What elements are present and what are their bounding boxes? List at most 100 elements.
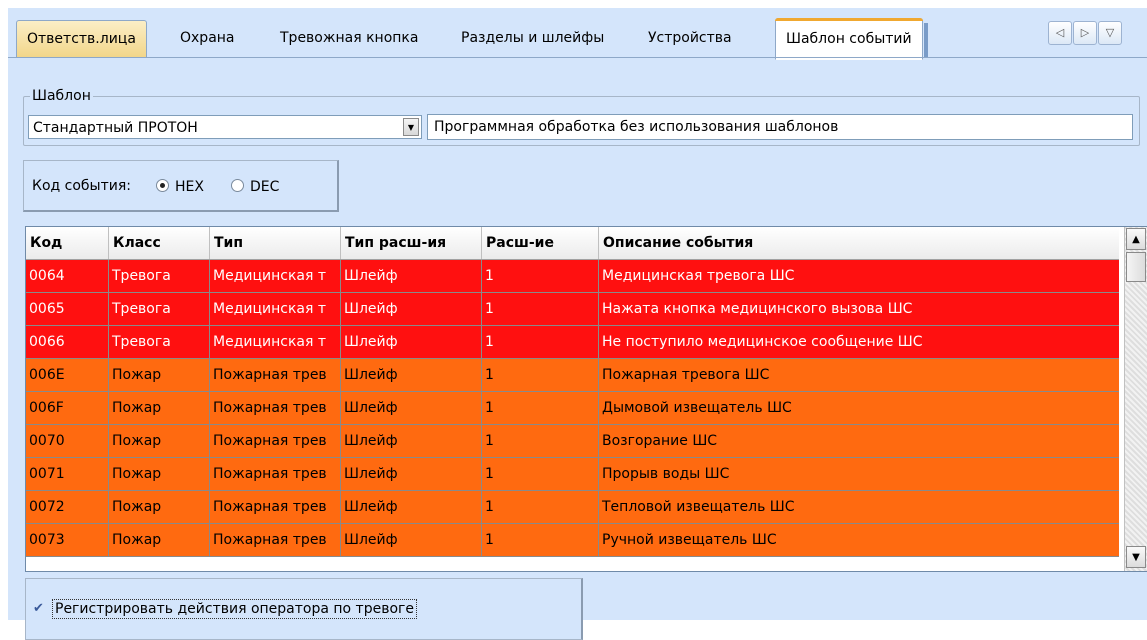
- cell-ext-type: Шлейф: [341, 359, 482, 392]
- column-type[interactable]: Тип: [210, 227, 341, 259]
- table-row[interactable]: 0072 Пожар Пожарная трев Шлейф 1 Тепловой изв…: [26, 491, 1119, 524]
- cell-description: Не поступило медицинское сообщение ШС: [599, 326, 1119, 359]
- table-row[interactable]: 0071 Пожар Пожарная трев Шлейф 1 Прорыв воды …: [26, 458, 1119, 491]
- checkbox-checked-icon[interactable]: ✔: [32, 602, 45, 615]
- tab-devices[interactable]: Устройства: [638, 20, 742, 56]
- column-code[interactable]: Код: [26, 227, 109, 259]
- cell-type: Пожарная трев: [210, 425, 341, 458]
- cell-code: 0071: [26, 458, 109, 491]
- cell-ext: 1: [482, 491, 599, 524]
- tab-strip: Ответств.лица Охрана Тревожная кнопка Ра…: [8, 8, 1147, 60]
- cell-ext-type: Шлейф: [341, 326, 482, 359]
- event-code-label: Код события:: [32, 178, 131, 194]
- cell-description: Ручной извещатель ШС: [599, 524, 1119, 557]
- cell-description: Медицинская тревога ШС: [599, 260, 1119, 293]
- table-row[interactable]: 006E Пожар Пожарная трев Шлейф 1 Пожарная тре…: [26, 359, 1119, 392]
- cell-class: Пожар: [109, 392, 210, 425]
- cell-code: 0073: [26, 524, 109, 557]
- column-class[interactable]: Класс: [109, 227, 210, 259]
- cell-type: Пожарная трев: [210, 491, 341, 524]
- register-actions-group: ✔ Регистрировать действия оператора по т…: [25, 578, 583, 640]
- radio-hex[interactable]: HEX: [156, 179, 204, 195]
- cell-type: Медицинская т: [210, 293, 341, 326]
- tab-next-icon[interactable]: ▷: [1073, 21, 1097, 45]
- table-row[interactable]: 0065 Тревога Медицинская т Шлейф 1 Нажата кно…: [26, 293, 1119, 326]
- radio-dec[interactable]: DEC: [231, 179, 279, 195]
- cell-type: Медицинская т: [210, 260, 341, 293]
- cell-ext: 1: [482, 293, 599, 326]
- tab-event-template[interactable]: Шаблон событий: [775, 18, 928, 60]
- cell-ext-type: Шлейф: [341, 491, 482, 524]
- column-ext[interactable]: Расш-ие: [482, 227, 599, 259]
- cell-description: Пожарная тревога ШС: [599, 359, 1119, 392]
- cell-code: 0064: [26, 260, 109, 293]
- table-row[interactable]: 0073 Пожар Пожарная трев Шлейф 1 Ручной извещ…: [26, 524, 1119, 557]
- cell-description: Нажата кнопка медицинского вызова ШС: [599, 293, 1119, 326]
- tab-menu-icon[interactable]: ▽: [1098, 21, 1122, 45]
- tab-panic-button[interactable]: Тревожная кнопка: [270, 20, 428, 56]
- chevron-down-icon[interactable]: ▼: [403, 118, 419, 136]
- cell-type: Медицинская т: [210, 326, 341, 359]
- radio-hex-label: HEX: [175, 179, 204, 195]
- cell-type: Пожарная трев: [210, 524, 341, 557]
- table-row[interactable]: 0064 Тревога Медицинская т Шлейф 1 Медицинска…: [26, 260, 1119, 293]
- tab-responsible-persons[interactable]: Ответств.лица: [16, 20, 147, 57]
- cell-code: 0066: [26, 326, 109, 359]
- table-header: Код Класс Тип Тип расш-ия Расш-ие Описан…: [26, 227, 1119, 260]
- cell-type: Пожарная трев: [210, 359, 341, 392]
- cell-description: Возгорание ШС: [599, 425, 1119, 458]
- cell-ext-type: Шлейф: [341, 392, 482, 425]
- cell-class: Тревога: [109, 293, 210, 326]
- radio-dec-label: DEC: [250, 179, 280, 195]
- cell-class: Тревога: [109, 260, 210, 293]
- register-actions-checkbox-label[interactable]: Регистрировать действия оператора по тре…: [52, 599, 417, 619]
- event-table: Код Класс Тип Тип расш-ия Расш-ие Описан…: [25, 226, 1147, 572]
- cell-ext: 1: [482, 425, 599, 458]
- cell-class: Пожар: [109, 524, 210, 557]
- cell-type: Пожарная трев: [210, 392, 341, 425]
- tab-prev-icon[interactable]: ◁: [1048, 21, 1072, 45]
- cell-class: Пожар: [109, 458, 210, 491]
- template-select-value: Стандартный ПРОТОН: [33, 120, 198, 136]
- cell-code: 006E: [26, 359, 109, 392]
- column-description[interactable]: Описание события: [599, 227, 1119, 259]
- template-description-field[interactable]: Программная обработка без использования …: [427, 114, 1133, 140]
- cell-ext: 1: [482, 458, 599, 491]
- tab-security[interactable]: Охрана: [170, 20, 245, 56]
- scroll-thumb[interactable]: [1126, 252, 1146, 282]
- radio-unchecked-icon: [231, 179, 244, 192]
- cell-class: Пожар: [109, 425, 210, 458]
- cell-ext: 1: [482, 524, 599, 557]
- cell-description: Тепловой извещатель ШС: [599, 491, 1119, 524]
- cell-ext: 1: [482, 260, 599, 293]
- radio-checked-icon: [156, 179, 169, 192]
- cell-class: Пожар: [109, 491, 210, 524]
- cell-ext-type: Шлейф: [341, 425, 482, 458]
- cell-ext-type: Шлейф: [341, 260, 482, 293]
- column-ext-type[interactable]: Тип расш-ия: [341, 227, 482, 259]
- cell-ext-type: Шлейф: [341, 458, 482, 491]
- table-scrollbar[interactable]: ▲ ▼: [1124, 227, 1147, 571]
- cell-ext-type: Шлейф: [341, 293, 482, 326]
- cell-ext: 1: [482, 359, 599, 392]
- table-row[interactable]: 0070 Пожар Пожарная трев Шлейф 1 Возгорание Ш…: [26, 425, 1119, 458]
- table-row[interactable]: 006F Пожар Пожарная трев Шлейф 1 Дымовой изве…: [26, 392, 1119, 425]
- scroll-up-icon[interactable]: ▲: [1126, 228, 1146, 250]
- cell-description: Дымовой извещатель ШС: [599, 392, 1119, 425]
- table-row[interactable]: 0066 Тревога Медицинская т Шлейф 1 Не поступи…: [26, 326, 1119, 359]
- cell-class: Тревога: [109, 326, 210, 359]
- cell-code: 0072: [26, 491, 109, 524]
- cell-code: 0065: [26, 293, 109, 326]
- scroll-down-icon[interactable]: ▼: [1126, 546, 1146, 568]
- tab-partitions-loops[interactable]: Разделы и шлейфы: [451, 20, 614, 56]
- cell-ext-type: Шлейф: [341, 524, 482, 557]
- cell-code: 006F: [26, 392, 109, 425]
- cell-ext: 1: [482, 392, 599, 425]
- cell-type: Пожарная трев: [210, 458, 341, 491]
- cell-code: 0070: [26, 425, 109, 458]
- template-select[interactable]: Стандартный ПРОТОН ▼: [28, 115, 422, 139]
- event-code-group: Код события: HEX DEC: [23, 160, 339, 212]
- tab-divider: [8, 57, 1147, 58]
- cell-class: Пожар: [109, 359, 210, 392]
- settings-panel: Ответств.лица Охрана Тревожная кнопка Ра…: [8, 8, 1147, 640]
